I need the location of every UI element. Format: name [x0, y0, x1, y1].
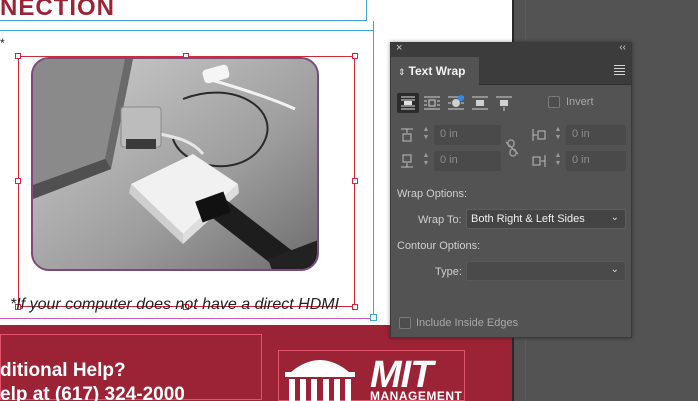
asterisk-text: * — [0, 36, 5, 50]
text-wrap-panel: × ‹‹ ⇕ Text Wrap Invert ▲ ▼ 0 in ▲ ▼ 0 i… — [390, 42, 632, 338]
no-text-wrap-button[interactable] — [397, 93, 419, 113]
frame-handle[interactable] — [15, 178, 21, 184]
collapse-icon[interactable]: ‹‹ — [619, 42, 626, 53]
right-offset-stepper[interactable]: ▲ ▼ — [551, 152, 565, 170]
type-label: Type: — [435, 266, 462, 278]
left-offset-control: ▲ ▼ 0 in — [531, 125, 631, 145]
right-offset-field[interactable]: 0 in — [566, 151, 626, 171]
invert-label: Invert — [566, 96, 594, 108]
frame-handle[interactable] — [352, 53, 358, 59]
frame-handle[interactable] — [352, 178, 358, 184]
bottom-offset-field[interactable]: 0 in — [434, 151, 501, 171]
chevron-down-icon: ⌄ — [610, 212, 619, 223]
include-inside-edges-checkbox[interactable] — [399, 317, 411, 329]
right-offset-icon — [532, 155, 546, 167]
link-icon[interactable] — [505, 139, 519, 157]
left-offset-icon — [532, 129, 546, 141]
frame-handle[interactable] — [352, 304, 358, 310]
jump-column-icon — [496, 96, 512, 111]
panel-tab-row: ⇕ Text Wrap — [391, 57, 631, 85]
wrap-to-select[interactable]: Both Right & Left Sides ⌄ — [466, 209, 626, 229]
mit-dome-logo — [285, 360, 355, 401]
wrap-to-value: Both Right & Left Sides — [471, 213, 585, 225]
top-offset-icon — [401, 128, 413, 142]
bounding-box-wrap-icon — [424, 96, 440, 110]
wrap-to-label: Wrap To: — [418, 214, 462, 226]
include-inside-edges-label: Include Inside Edges — [416, 317, 519, 329]
frame-handle[interactable] — [370, 314, 377, 321]
wrap-options-label: Wrap Options: — [397, 188, 468, 200]
close-icon[interactable]: × — [396, 42, 402, 54]
contour-options-label: Contour Options: — [397, 240, 481, 252]
guide-line — [366, 0, 367, 21]
tab-text-wrap-label: Text Wrap — [408, 64, 466, 78]
right-offset-control: ▲ ▼ 0 in — [531, 151, 631, 171]
jump-object-button[interactable] — [469, 93, 491, 113]
guide-line — [0, 30, 373, 31]
expand-toggle-icon[interactable]: ⇕ — [398, 67, 406, 77]
panel-titlebar[interactable]: × ‹‹ — [391, 42, 631, 57]
top-offset-control: ▲ ▼ 0 in — [399, 125, 509, 145]
adapter-photo[interactable] — [31, 57, 319, 271]
guide-line — [0, 20, 366, 21]
no-wrap-icon — [401, 96, 415, 110]
margin-guide — [0, 318, 373, 319]
left-offset-field[interactable]: 0 in — [566, 125, 626, 145]
help-heading: ditional Help? — [0, 360, 126, 381]
contour-type-select[interactable]: ⌄ — [466, 261, 626, 281]
top-offset-field[interactable]: 0 in — [434, 125, 501, 145]
help-phone: elp at (617) 324-2000 — [0, 384, 185, 401]
panel-menu-icon[interactable] — [614, 65, 625, 75]
guide-line — [373, 21, 374, 321]
tab-text-wrap[interactable]: ⇕ Text Wrap — [391, 57, 479, 85]
adapter-photo-illustration — [33, 59, 317, 269]
jump-object-icon — [472, 96, 488, 110]
bottom-offset-stepper[interactable]: ▲ ▼ — [419, 152, 433, 170]
jump-to-next-column-button[interactable] — [493, 93, 515, 113]
frame-handle[interactable] — [15, 53, 21, 59]
wrap-bounding-box-button[interactable] — [421, 93, 443, 113]
left-offset-stepper[interactable]: ▲ ▼ — [551, 126, 565, 144]
page-heading: NECTION — [0, 0, 115, 21]
photo-caption: *If your computer does not have a direct… — [10, 296, 340, 313]
wrap-object-shape-button[interactable] — [445, 93, 467, 113]
bottom-offset-control: ▲ ▼ 0 in — [399, 151, 509, 171]
mit-logo-subtext: MANAGEMENT — [370, 389, 463, 401]
bottom-offset-icon — [401, 154, 413, 168]
chevron-down-icon: ⌄ — [610, 264, 619, 275]
top-offset-stepper[interactable]: ▲ ▼ — [419, 126, 433, 144]
invert-checkbox[interactable] — [548, 96, 560, 108]
object-shape-wrap-icon — [448, 95, 464, 110]
